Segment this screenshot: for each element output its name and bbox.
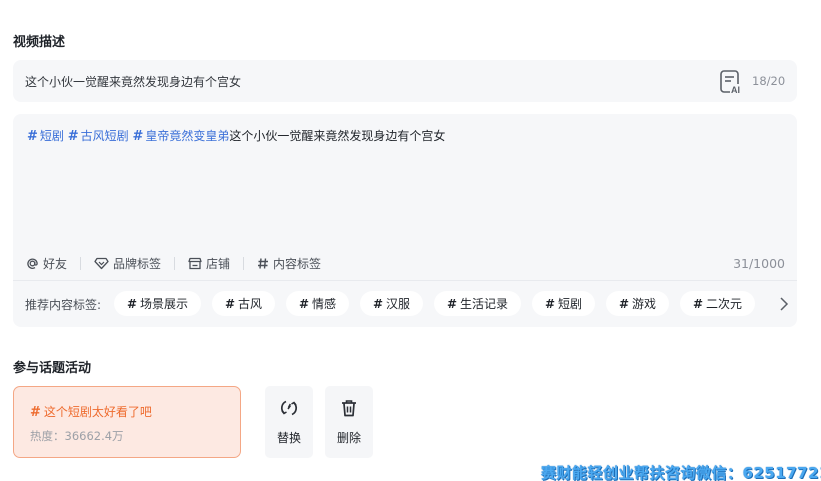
topic-card[interactable]: # 这个短剧太好看了吧 热度：36662.4万: [13, 386, 241, 458]
store-button[interactable]: 店铺: [188, 255, 230, 272]
recommended-tag-chip[interactable]: # 生活记录: [434, 291, 521, 316]
recommended-tags-list: # 场景展示 # 古风 # 情感 # 汉服 # 生活记录 # 短剧 # 游戏 # 二次元: [114, 291, 764, 317]
refresh-icon: [280, 400, 298, 416]
topic-heat: 热度：36662.4万: [30, 429, 124, 443]
recommended-tag-chip[interactable]: # 游戏: [606, 291, 669, 316]
recommended-tag-chip[interactable]: # 情感: [286, 291, 349, 316]
topic-name: # 这个短剧太好看了吧: [30, 405, 152, 420]
editor-divider: [13, 280, 797, 281]
at-icon: [27, 258, 38, 269]
chevron-right-icon[interactable]: [777, 295, 791, 313]
hash-icon: [258, 258, 269, 269]
editor-hashtag[interactable]: # 古风短剧: [68, 129, 129, 144]
content-char-count: 31/1000: [733, 256, 785, 271]
editor-content[interactable]: # 短剧 # 古风短剧 # 皇帝竟然变皇弟这个小伙一觉醒来竟然发现身边有个宫女: [27, 128, 445, 145]
recommended-tags-label: 推荐内容标签:: [25, 298, 102, 312]
video-desc-input[interactable]: 这个小伙一觉醒来竟然发现身边有个宫女 AI 18/20: [13, 60, 797, 102]
editor-hashtag[interactable]: # 皇帝竟然变皇弟: [133, 129, 230, 144]
desc-char-count: 18/20: [752, 74, 786, 88]
mention-friend-button[interactable]: 好友: [26, 255, 67, 272]
toolbar-divider: [243, 257, 245, 270]
shield-tag-icon: [94, 257, 109, 270]
editor-hashtag[interactable]: # 短剧: [27, 129, 64, 144]
video-desc-text: 这个小伙一觉醒来竟然发现身边有个宫女: [25, 75, 242, 89]
content-tag-button[interactable]: 内容标签: [257, 255, 321, 272]
ai-write-icon[interactable]: AI: [719, 69, 743, 94]
content-editor[interactable]: # 短剧 # 古风短剧 # 皇帝竟然变皇弟这个小伙一觉醒来竟然发现身边有个宫女 好友 …: [13, 114, 797, 327]
brand-tag-button[interactable]: 品牌标签: [94, 255, 161, 272]
ai-label: AI: [731, 85, 740, 94]
video-desc-title: 视频描述: [13, 35, 66, 50]
editor-toolbar: 好友 品牌标签 店铺 内容标签: [26, 255, 321, 272]
recommended-tag-chip[interactable]: # 二次元: [680, 291, 755, 316]
toolbar-divider: [174, 257, 176, 270]
recommended-tag-chip[interactable]: # 古风: [212, 291, 275, 316]
recommended-tag-chip[interactable]: # 短剧: [532, 291, 595, 316]
replace-topic-button[interactable]: 替换: [265, 386, 313, 458]
topic-section-title: 参与话题活动: [13, 361, 92, 376]
store-icon: [188, 257, 202, 270]
toolbar-divider: [80, 257, 82, 270]
recommended-tag-chip[interactable]: # 汉服: [360, 291, 423, 316]
delete-topic-button[interactable]: 删除: [325, 386, 373, 458]
editor-body-text: 这个小伙一觉醒来竟然发现身边有个宫女: [229, 129, 446, 143]
watermark-text: 赛财能轻创业帮扶咨询微信：625177219: [541, 464, 821, 481]
recommended-tag-chip[interactable]: # 场景展示: [114, 291, 201, 316]
trash-icon: [342, 400, 356, 417]
